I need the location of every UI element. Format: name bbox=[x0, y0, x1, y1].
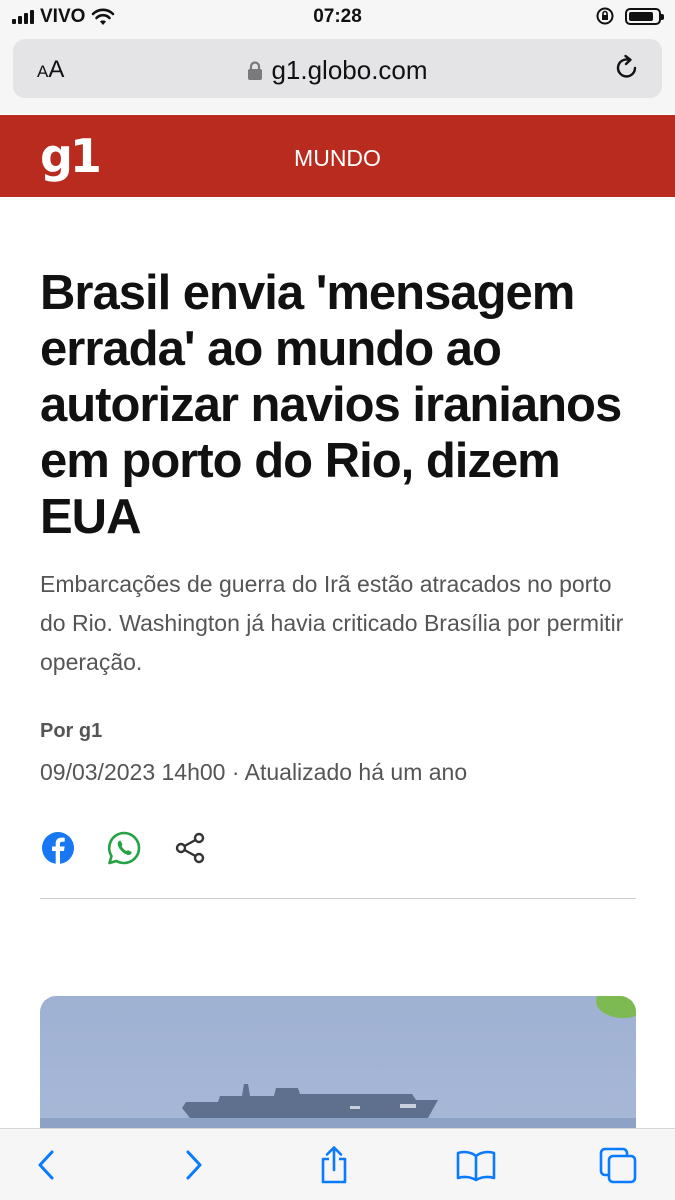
foliage-shape bbox=[596, 996, 636, 1018]
reload-icon[interactable] bbox=[612, 53, 642, 83]
section-label[interactable]: MUNDO bbox=[0, 145, 675, 172]
article-subtitle: Embarcações de guerra do Irã estão atrac… bbox=[40, 571, 624, 675]
article-dateline: 09/03/2023 14h00 · Atualizado há um ano bbox=[40, 759, 468, 785]
status-time: 07:28 bbox=[313, 6, 362, 27]
facebook-icon[interactable] bbox=[40, 830, 76, 866]
url-display[interactable]: g1.globo.com bbox=[13, 55, 662, 86]
site-header: g1 MUNDO bbox=[0, 115, 675, 197]
share-icon[interactable] bbox=[172, 830, 208, 866]
status-bar: VIVO 07:28 bbox=[0, 0, 675, 34]
share-row bbox=[40, 828, 636, 868]
article-byline: Por g1 bbox=[40, 720, 103, 742]
bookmarks-button[interactable] bbox=[454, 1143, 498, 1187]
browser-address-area: AA g1.globo.com bbox=[0, 34, 675, 114]
orientation-lock-icon bbox=[596, 7, 614, 25]
article-headline: Brasil envia 'mensagem errada' ao mundo … bbox=[40, 266, 622, 544]
share-sheet-icon bbox=[321, 1146, 347, 1184]
divider bbox=[40, 898, 636, 899]
status-right bbox=[595, 6, 664, 26]
url-text: g1.globo.com bbox=[271, 55, 428, 85]
whatsapp-icon[interactable] bbox=[106, 830, 142, 866]
forward-button[interactable] bbox=[172, 1143, 216, 1187]
forward-icon bbox=[186, 1150, 202, 1180]
address-bar[interactable]: AA g1.globo.com bbox=[13, 39, 662, 98]
bookmarks-icon bbox=[456, 1150, 496, 1182]
back-button[interactable] bbox=[24, 1143, 68, 1187]
tabs-icon bbox=[599, 1147, 637, 1184]
article: Brasil envia 'mensagem errada' ao mundo … bbox=[40, 197, 636, 899]
share-sheet-button[interactable] bbox=[312, 1143, 356, 1187]
browser-toolbar bbox=[0, 1128, 675, 1200]
back-icon bbox=[38, 1150, 54, 1180]
lock-icon bbox=[248, 61, 263, 80]
tabs-button[interactable] bbox=[596, 1143, 640, 1187]
battery-icon bbox=[625, 7, 664, 25]
